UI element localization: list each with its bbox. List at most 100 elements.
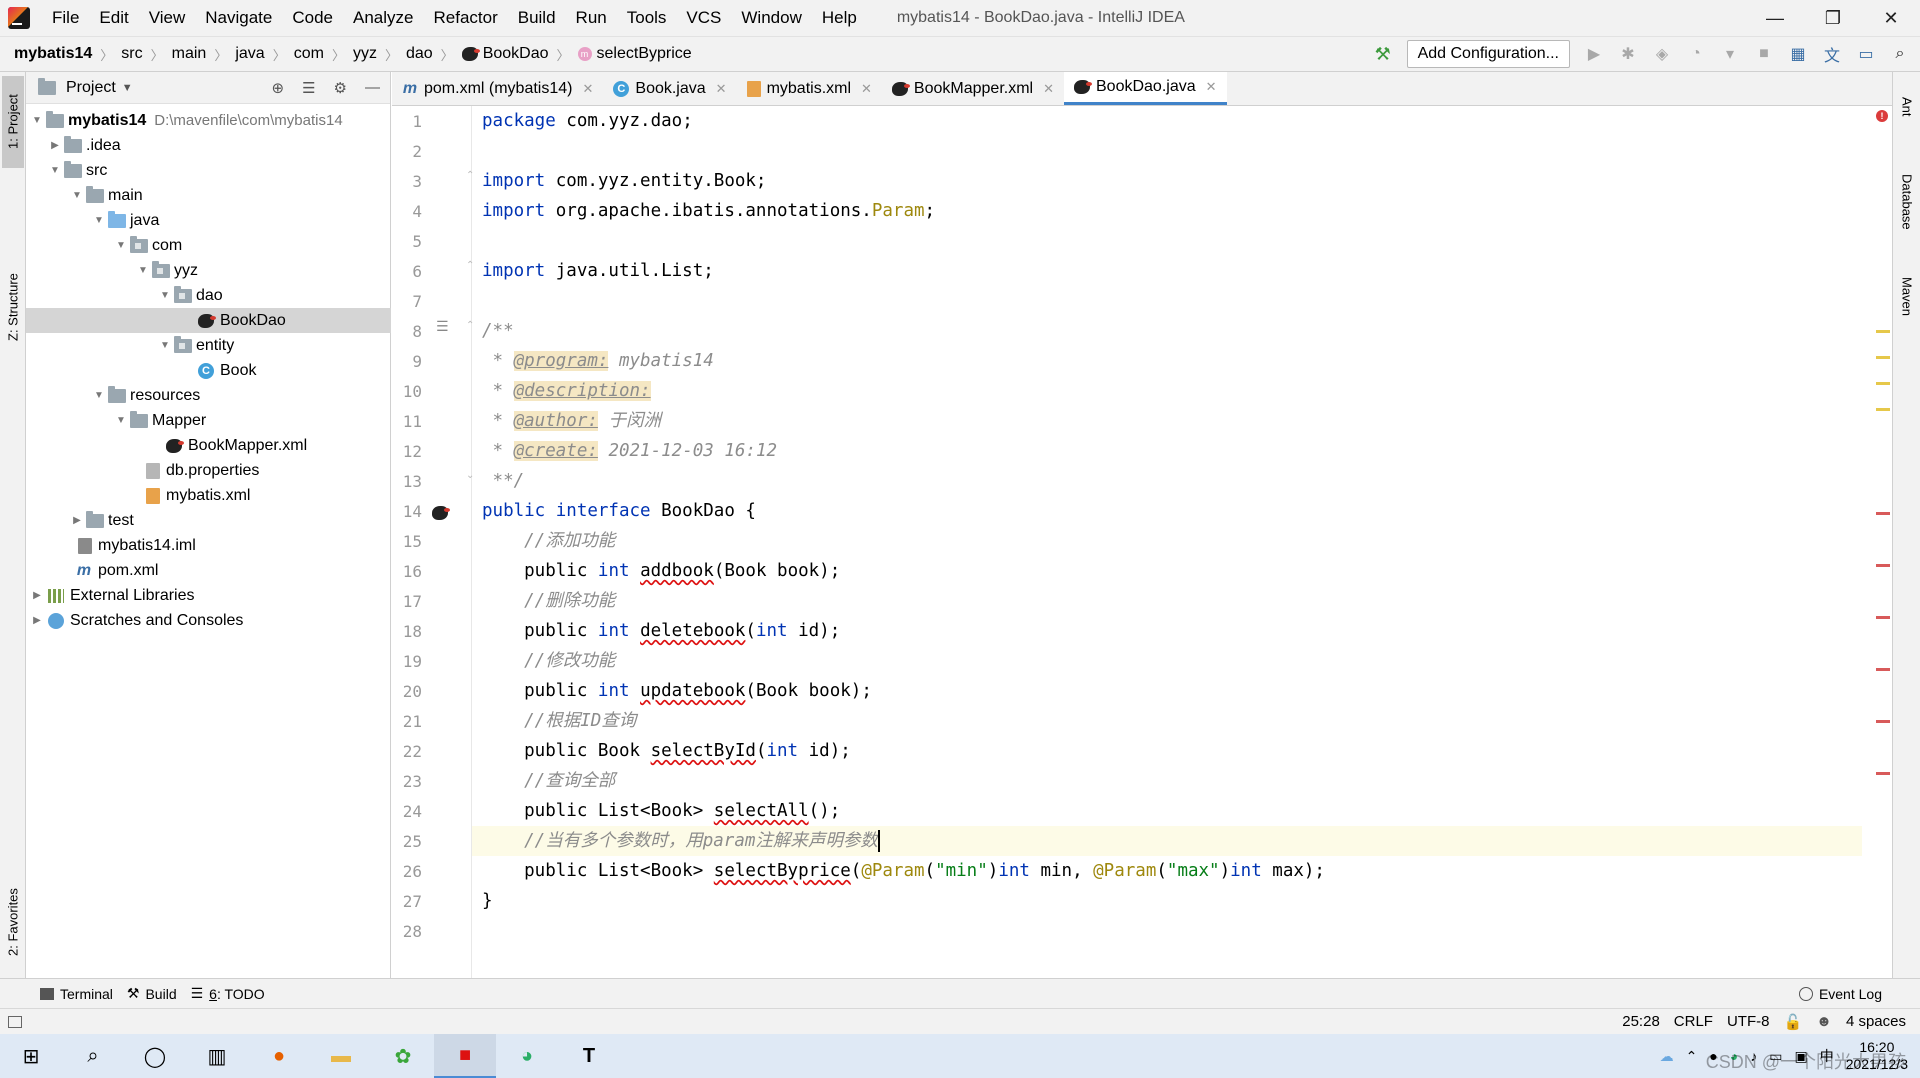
event-log-tab[interactable]: Event Log (1798, 986, 1882, 1002)
breadcrumb-method[interactable]: m selectByprice (577, 45, 692, 63)
windows-start-icon[interactable]: ⊞ (0, 1034, 62, 1078)
fold-icon[interactable]: ⌃ (466, 320, 474, 331)
cortana-icon[interactable]: ◯ (124, 1034, 186, 1078)
tab-bookmapper-xml[interactable]: BookMapper.xml ✕ (882, 72, 1064, 105)
error-marker[interactable] (1876, 668, 1890, 671)
restore-button[interactable]: ❐ (1804, 0, 1862, 36)
fold-icon[interactable]: ⌃ (466, 170, 474, 181)
tree-item-com[interactable]: ▼ com (26, 233, 391, 258)
inspector-icon[interactable]: ☻ (1816, 1013, 1832, 1030)
breadcrumb-java[interactable]: java (235, 45, 264, 63)
menu-tools[interactable]: Tools (617, 0, 677, 36)
tab-pom-xml[interactable]: m pom.xml (mybatis14) ✕ (392, 72, 603, 105)
tree-item-mybatis-xml[interactable]: mybatis.xml (26, 483, 391, 508)
window-layout-icon[interactable]: ▭ (1856, 44, 1876, 64)
tree-item-dao[interactable]: ▼ dao (26, 283, 391, 308)
fold-icon[interactable]: ⌄ (466, 470, 474, 481)
tool-tab-project[interactable]: 1: Project (2, 76, 24, 168)
breadcrumb-project[interactable]: mybatis14 (14, 45, 92, 63)
code-editor[interactable]: 1 2 3 4 5 6 7 8 9 10 11 12 13 14 15 16 1… (392, 106, 1892, 978)
tree-item-java[interactable]: ▼ java (26, 208, 391, 233)
tab-bookdao-java[interactable]: BookDao.java ✕ (1064, 72, 1227, 105)
error-marker[interactable] (1876, 720, 1890, 723)
tree-item-bookmapper-xml[interactable]: BookMapper.xml (26, 433, 391, 458)
close-icon[interactable]: ✕ (716, 81, 727, 97)
breadcrumb-main[interactable]: main (172, 45, 207, 63)
wechat-icon[interactable]: ◕ (496, 1034, 558, 1078)
profile-icon[interactable]: ◔ (1686, 44, 1706, 64)
warning-marker[interactable] (1876, 330, 1890, 333)
menu-analyze[interactable]: Analyze (343, 0, 423, 36)
menu-build[interactable]: Build (508, 0, 566, 36)
green-app-icon[interactable]: ✿ (372, 1034, 434, 1078)
mybatis-bird-icon[interactable] (432, 506, 450, 520)
breadcrumb-dao[interactable]: dao (406, 45, 433, 63)
chevron-down-icon[interactable]: ▼ (70, 190, 84, 201)
menu-vcs[interactable]: VCS (676, 0, 731, 36)
hide-icon[interactable]: — (365, 79, 380, 97)
breadcrumb-src[interactable]: src (121, 45, 142, 63)
terminal-tab[interactable]: Terminal (40, 986, 113, 1002)
error-indicator-icon[interactable]: ! (1876, 110, 1888, 122)
tree-item-iml[interactable]: mybatis14.iml (26, 533, 391, 558)
tree-item-resources[interactable]: ▼ resources (26, 383, 391, 408)
code-area[interactable]: package com.yyz.dao; import com.yyz.enti… (482, 106, 1892, 978)
cloud-icon[interactable]: ☁ (1660, 1048, 1674, 1065)
chevron-down-icon[interactable]: ▼ (92, 390, 106, 401)
menu-navigate[interactable]: Navigate (195, 0, 282, 36)
close-icon[interactable]: ✕ (861, 81, 872, 97)
gear-icon[interactable]: ⚙ (334, 79, 347, 97)
minimize-button[interactable]: — (1746, 0, 1804, 36)
project-structure-icon[interactable]: ▦ (1788, 44, 1808, 64)
chevron-up-icon[interactable]: ⌃ (1686, 1048, 1698, 1065)
error-marker[interactable] (1876, 616, 1890, 619)
breadcrumb-yyz[interactable]: yyz (353, 45, 377, 63)
firefox-icon[interactable]: ● (248, 1034, 310, 1078)
task-view-icon[interactable]: ▥ (186, 1034, 248, 1078)
translate-icon[interactable]: 文 (1822, 44, 1842, 65)
add-configuration-button[interactable]: Add Configuration... (1406, 40, 1570, 68)
tool-tab-maven[interactable]: Maven (1896, 257, 1918, 337)
chevron-down-icon[interactable]: ▼ (158, 290, 172, 301)
project-view-selector[interactable]: Project (66, 79, 116, 97)
close-icon[interactable]: ✕ (1043, 81, 1054, 97)
collapse-all-icon[interactable]: ☰ (302, 79, 315, 97)
chevron-down-icon[interactable]: ▼ (122, 82, 133, 94)
tree-item-scratches[interactable]: ▶ Scratches and Consoles (26, 608, 391, 633)
menu-file[interactable]: File (42, 0, 89, 36)
fold-icon[interactable]: ⌃ (466, 260, 474, 271)
tree-item-entity[interactable]: ▼ entity (26, 333, 391, 358)
warning-marker[interactable] (1876, 408, 1890, 411)
toggle-tool-windows-icon[interactable] (8, 1015, 22, 1028)
tree-item-test[interactable]: ▶ test (26, 508, 391, 533)
menu-edit[interactable]: Edit (89, 0, 138, 36)
tree-item-external-libraries[interactable]: ▶ External Libraries (26, 583, 391, 608)
stop-icon[interactable]: ■ (1754, 44, 1774, 64)
close-icon[interactable]: ✕ (1206, 79, 1217, 95)
indent-setting[interactable]: 4 spaces (1846, 1013, 1906, 1030)
todo-tab[interactable]: ☰ 6: TODO (191, 985, 265, 1002)
chevron-down-icon[interactable]: ▼ (92, 215, 106, 226)
dropdown-arrow-icon[interactable]: ▾ (1720, 44, 1740, 64)
close-icon[interactable]: ✕ (582, 81, 593, 97)
warning-marker[interactable] (1876, 382, 1890, 385)
line-separator[interactable]: CRLF (1674, 1013, 1713, 1030)
tool-tab-ant[interactable]: Ant (1896, 82, 1918, 132)
breadcrumb-com[interactable]: com (294, 45, 324, 63)
chevron-down-icon[interactable]: ▼ (48, 165, 62, 176)
tab-book-java[interactable]: C Book.java ✕ (603, 72, 736, 105)
tree-item-src[interactable]: ▼ src (26, 158, 391, 183)
file-encoding[interactable]: UTF-8 (1727, 1013, 1770, 1030)
breadcrumb-bookdao[interactable]: BookDao (461, 45, 549, 63)
tree-item-main[interactable]: ▼ main (26, 183, 391, 208)
tree-item-idea[interactable]: ▶ .idea (26, 133, 391, 158)
intellij-taskbar-icon[interactable]: ■ (434, 1034, 496, 1078)
tree-item-mapper[interactable]: ▼ Mapper (26, 408, 391, 433)
error-marker[interactable] (1876, 564, 1890, 567)
tab-mybatis-xml[interactable]: mybatis.xml ✕ (737, 72, 882, 105)
caret-position[interactable]: 25:28 (1622, 1013, 1660, 1030)
tree-item-db-properties[interactable]: db.properties (26, 458, 391, 483)
menu-run[interactable]: Run (566, 0, 617, 36)
tool-tab-favorites[interactable]: 2: Favorites (2, 872, 24, 972)
chevron-right-icon[interactable]: ▶ (30, 615, 44, 626)
